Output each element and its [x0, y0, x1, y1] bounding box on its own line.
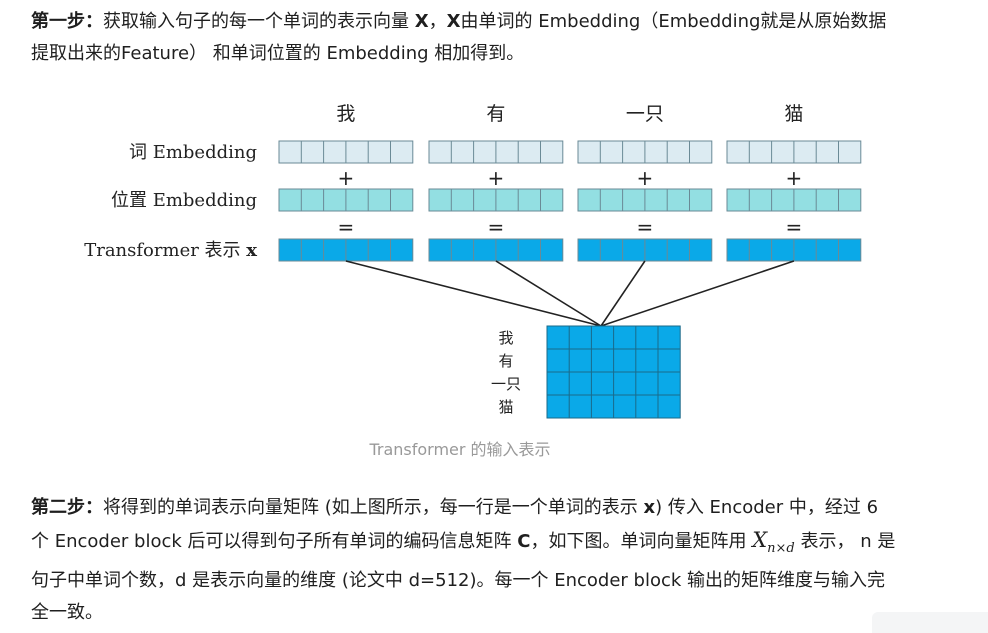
equals-sign: =	[786, 215, 803, 239]
figure-caption: Transformer 的输入表示	[369, 440, 551, 459]
column-word: 有	[486, 103, 505, 125]
matrix-notation-base: X	[752, 528, 768, 552]
connector-line	[600, 260, 795, 327]
step-two-lead: 第二步：	[31, 497, 103, 518]
matrix-row-word: 猫	[498, 398, 513, 416]
equals-sign: =	[338, 215, 355, 239]
plus-sign: +	[637, 166, 654, 190]
step-two-c-symbol: C	[517, 531, 531, 552]
matrix-notation: Xn×d	[752, 528, 795, 556]
step-two-x-symbol: x	[643, 497, 656, 518]
step-two-text-c: ，如下图。单词向量矩阵用	[530, 531, 753, 552]
row-label-variable: x	[246, 240, 257, 261]
column-word: 猫	[784, 103, 803, 125]
equals-sign: =	[637, 215, 654, 239]
connector-line	[495, 260, 602, 327]
plus-sign: +	[488, 166, 505, 190]
connector-line	[600, 260, 646, 327]
step-two-text-a: 将得到的单词表示向量矩阵 (如上图所示，每一行是一个单词的表示	[103, 497, 644, 518]
plus-sign: +	[786, 166, 803, 190]
matrix-row-word: 我	[498, 329, 513, 347]
transformer-input-figure: 我有一只 猫词 Embedding位置 EmbeddingTransformer …	[84, 103, 862, 419]
row-label: 位置 Embedding	[111, 190, 257, 211]
corner-widget	[872, 612, 988, 633]
equals-sign: =	[488, 215, 505, 239]
matrix-row-word: 一只	[491, 375, 521, 393]
column-word: 我	[336, 103, 355, 125]
connector-line	[345, 260, 602, 327]
row-label: 词 Embedding	[129, 142, 257, 163]
column-word: 一只	[626, 103, 664, 125]
row-label: Transformer 表示 x	[84, 240, 257, 261]
matrix-notation-subscript: n×d	[767, 541, 795, 557]
plus-sign: +	[338, 166, 355, 190]
matrix-row-word: 有	[498, 352, 513, 370]
step-two-paragraph: 第二步：将得到的单词表示向量矩阵 (如上图所示，每一行是一个单词的表示 x) 传…	[31, 492, 901, 629]
